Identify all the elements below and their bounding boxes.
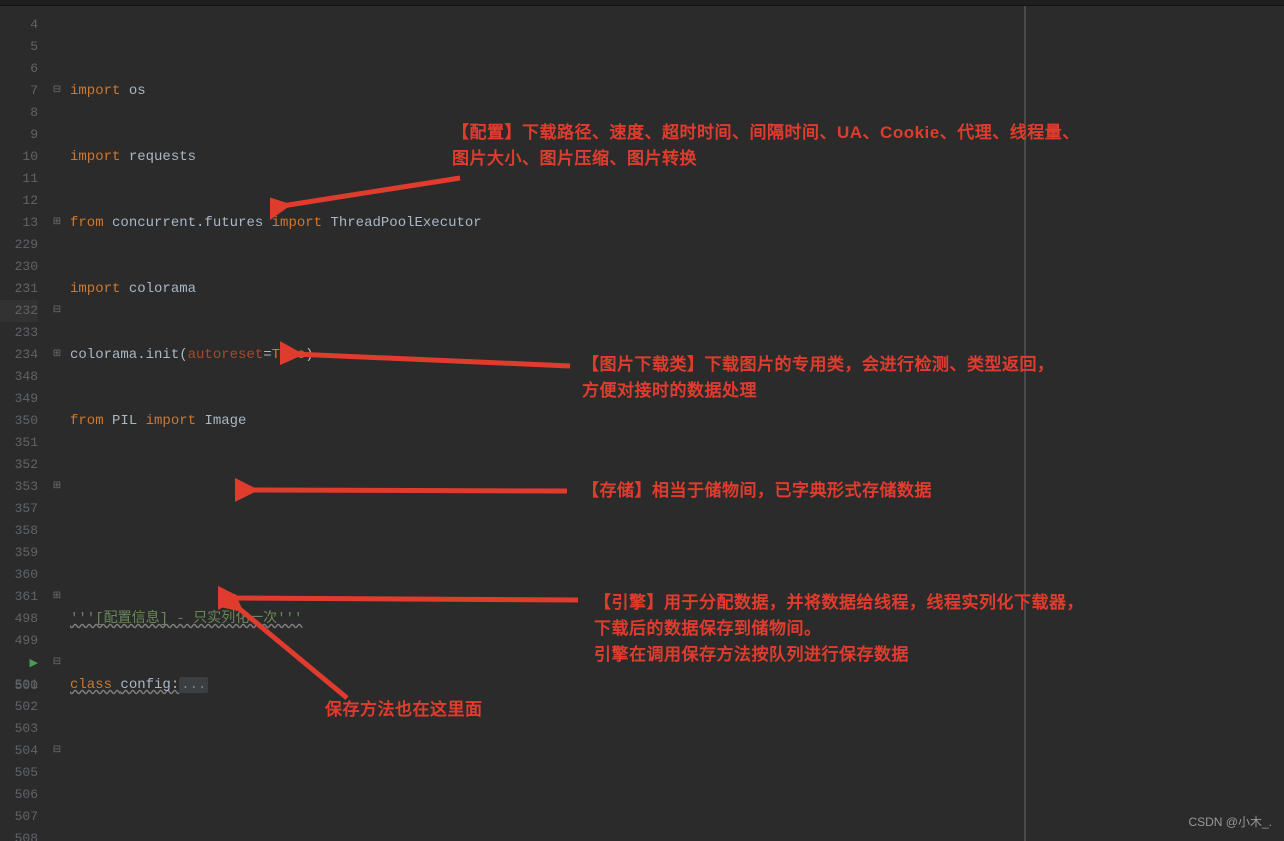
line-number: 361 <box>0 586 38 608</box>
line-number: 230 <box>0 256 38 278</box>
line-number: ▶ 500 <box>0 652 38 674</box>
line-number: 12 <box>0 190 38 212</box>
line-number: 5 <box>0 36 38 58</box>
fold-collapse-icon[interactable]: ⊟ <box>44 740 70 762</box>
code-line <box>70 806 1284 828</box>
line-number: 498 <box>0 608 38 630</box>
fold-collapse-icon[interactable]: ⊟ <box>44 80 70 102</box>
line-number: 6 <box>0 58 38 80</box>
line-number: 348 <box>0 366 38 388</box>
line-number: 232 <box>0 300 38 322</box>
line-number: 359 <box>0 542 38 564</box>
line-number: 7 <box>0 80 38 102</box>
line-number: 234 <box>0 344 38 366</box>
code-line <box>70 740 1284 762</box>
fold-collapse-icon[interactable]: ⊟ <box>44 652 70 674</box>
line-number: 229 <box>0 234 38 256</box>
line-number: 13 <box>0 212 38 234</box>
fold-expand-icon[interactable]: ⊞ <box>44 212 70 234</box>
line-number: 360 <box>0 564 38 586</box>
line-number: 353 <box>0 476 38 498</box>
annotation-storage-text: 【存储】相当于储物间，已字典形式存储数据 <box>582 478 932 504</box>
fold-expand-icon[interactable]: ⊞ <box>44 586 70 608</box>
line-number: 231 <box>0 278 38 300</box>
line-number: 501 <box>0 674 38 696</box>
line-number: 503 <box>0 718 38 740</box>
line-number: 351 <box>0 432 38 454</box>
line-number: 350 <box>0 410 38 432</box>
fold-collapse-icon[interactable]: ⊟ <box>44 300 70 322</box>
code-line: from concurrent.futures import ThreadPoo… <box>70 212 1284 234</box>
code-line: class config:... <box>70 674 1284 696</box>
line-number: 8 <box>0 102 38 124</box>
line-number: 499 <box>0 630 38 652</box>
code-line <box>70 542 1284 564</box>
watermark-text: CSDN @小木_. <box>1188 811 1272 833</box>
fold-expand-icon[interactable]: ⊞ <box>44 476 70 498</box>
annotation-engine-text: 【引擎】用于分配数据，并将数据给线程，线程实列化下载器， 下载后的数据保存到储物… <box>594 590 1084 668</box>
line-number: 505 <box>0 762 38 784</box>
line-number: 11 <box>0 168 38 190</box>
line-number: 9 <box>0 124 38 146</box>
line-number: 506 <box>0 784 38 806</box>
line-number: 504 <box>0 740 38 762</box>
line-number: 233 <box>0 322 38 344</box>
line-number: 507 <box>0 806 38 828</box>
annotation-config-text: 【配置】下载路径、速度、超时时间、间隔时间、UA、Cookie、代理、线程量、 … <box>452 120 1080 172</box>
line-number: 358 <box>0 520 38 542</box>
code-line: import colorama <box>70 278 1284 300</box>
line-number: 4 <box>0 14 38 36</box>
annotation-save-method-text: 保存方法也在这里面 <box>325 697 483 723</box>
annotation-downloader-text: 【图片下载类】下载图片的专用类，会进行检测、类型返回， 方便对接时的数据处理 <box>582 352 1055 404</box>
fold-gutter[interactable]: ⊟ ⊞ ⊟ ⊞ ⊞ ⊞ ⊟ ⊟ <box>44 6 70 841</box>
fold-ellipsis[interactable]: ... <box>179 677 208 693</box>
fold-expand-icon[interactable]: ⊞ <box>44 344 70 366</box>
code-line: import os <box>70 80 1284 102</box>
line-number: 502 <box>0 696 38 718</box>
line-number: 357 <box>0 498 38 520</box>
line-number: 349 <box>0 388 38 410</box>
line-number: 10 <box>0 146 38 168</box>
code-line: from PIL import Image <box>70 410 1284 432</box>
line-number: 508 <box>0 828 38 841</box>
line-number: 352 <box>0 454 38 476</box>
line-number-gutter: 4567891011121322923023123223323434834935… <box>0 6 44 841</box>
